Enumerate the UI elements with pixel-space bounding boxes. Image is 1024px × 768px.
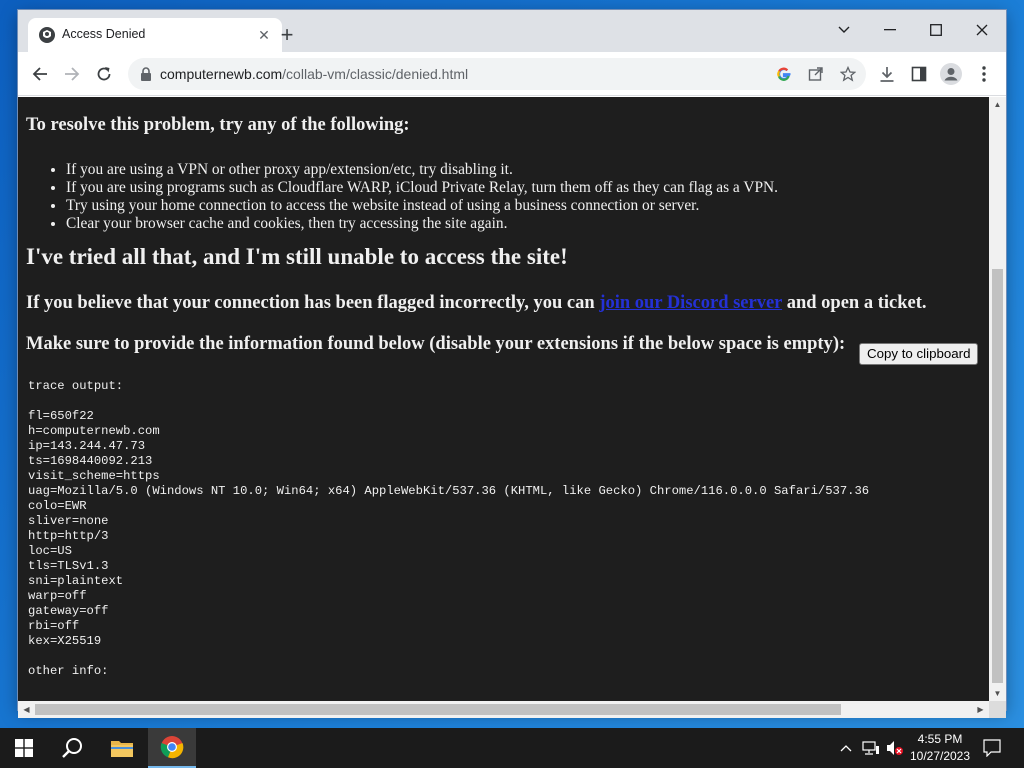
still-unable-heading: I've tried all that, and I'm still unabl… xyxy=(26,244,568,269)
reload-icon[interactable] xyxy=(92,62,116,86)
close-icon[interactable]: ✕ xyxy=(254,25,274,45)
notification-icon[interactable] xyxy=(978,728,1006,768)
flagged-prefix: If you believe that your connection has … xyxy=(26,293,600,313)
kebab-menu-icon[interactable] xyxy=(973,63,995,85)
address-bar[interactable]: computernewb.com/collab-vm/classic/denie… xyxy=(128,58,866,90)
horizontal-scroll-thumb[interactable] xyxy=(35,704,841,715)
search-icon[interactable] xyxy=(48,728,96,768)
file-explorer-icon[interactable] xyxy=(98,728,146,768)
provide-info-text: Make sure to provide the information fou… xyxy=(26,334,846,354)
star-icon[interactable] xyxy=(838,64,858,84)
browser-toolbar: computernewb.com/collab-vm/classic/denie… xyxy=(18,52,1006,96)
taskbar-clock[interactable]: 4:55 PM 10/27/2023 xyxy=(908,731,972,765)
windows-start-icon[interactable] xyxy=(0,728,48,768)
scroll-right-arrow-icon[interactable]: ▶ xyxy=(976,705,985,714)
url-path: /collab-vm/classic/denied.html xyxy=(282,66,469,82)
vertical-scroll-thumb[interactable] xyxy=(992,269,1003,683)
side-panel-icon[interactable] xyxy=(908,63,930,85)
clock-time: 4:55 PM xyxy=(917,732,963,746)
flagged-suffix: and open a ticket. xyxy=(782,293,927,313)
scroll-up-arrow-icon[interactable]: ▲ xyxy=(993,100,1002,109)
volume-icon[interactable] xyxy=(884,728,906,768)
window-close-icon[interactable] xyxy=(964,16,1000,44)
maximize-icon[interactable] xyxy=(918,16,954,44)
scrollbar-corner xyxy=(989,701,1006,718)
list-item: Try using your home connection to access… xyxy=(66,197,778,215)
chevron-down-icon[interactable] xyxy=(826,16,862,44)
profile-icon[interactable] xyxy=(940,63,962,85)
list-item: If you are using programs such as Cloudf… xyxy=(66,179,778,197)
discord-link[interactable]: join our Discord server xyxy=(599,293,782,313)
page-viewport: To resolve this problem, try any of the … xyxy=(18,97,989,701)
minimize-icon[interactable] xyxy=(872,16,908,44)
tab-title: Access Denied xyxy=(62,27,146,41)
vertical-scrollbar[interactable]: ▲ ▼ xyxy=(989,97,1006,701)
google-icon[interactable] xyxy=(774,64,794,84)
download-icon[interactable] xyxy=(876,63,898,85)
resolve-heading: To resolve this problem, try any of the … xyxy=(26,115,410,135)
plus-icon[interactable]: + xyxy=(276,24,298,46)
list-item: Clear your browser cache and cookies, th… xyxy=(66,215,778,233)
chrome-icon[interactable] xyxy=(148,728,196,768)
list-item: If you are using a VPN or other proxy ap… xyxy=(66,161,778,179)
lock-icon[interactable] xyxy=(140,67,152,81)
tips-list: If you are using a VPN or other proxy ap… xyxy=(66,161,778,233)
forward-arrow-icon[interactable] xyxy=(60,62,84,86)
trace-output[interactable]: trace output: fl=650f22 h=computernewb.c… xyxy=(28,379,869,679)
url-text: computernewb.com/collab-vm/classic/denie… xyxy=(160,66,468,82)
horizontal-scrollbar[interactable]: ◀ ▶ xyxy=(18,701,989,718)
network-icon[interactable] xyxy=(860,728,882,768)
back-arrow-icon[interactable] xyxy=(28,62,52,86)
taskbar: 4:55 PM 10/27/2023 xyxy=(0,728,1024,768)
chevron-up-icon[interactable] xyxy=(836,728,856,768)
title-bar: Access Denied ✕ + xyxy=(18,10,1006,52)
url-host: computernewb.com xyxy=(160,66,283,82)
flagged-text: If you believe that your connection has … xyxy=(26,293,927,314)
scroll-down-arrow-icon[interactable]: ▼ xyxy=(993,689,1002,698)
clock-date: 10/27/2023 xyxy=(909,749,971,763)
copy-to-clipboard-button[interactable]: Copy to clipboard xyxy=(859,343,979,365)
scroll-left-arrow-icon[interactable]: ◀ xyxy=(22,705,31,714)
share-icon[interactable] xyxy=(806,64,826,84)
shield-favicon-icon xyxy=(38,26,56,44)
tab-access-denied[interactable]: Access Denied ✕ xyxy=(28,18,282,52)
browser-window: Access Denied ✕ + computernewb.com/colla… xyxy=(18,10,1006,718)
